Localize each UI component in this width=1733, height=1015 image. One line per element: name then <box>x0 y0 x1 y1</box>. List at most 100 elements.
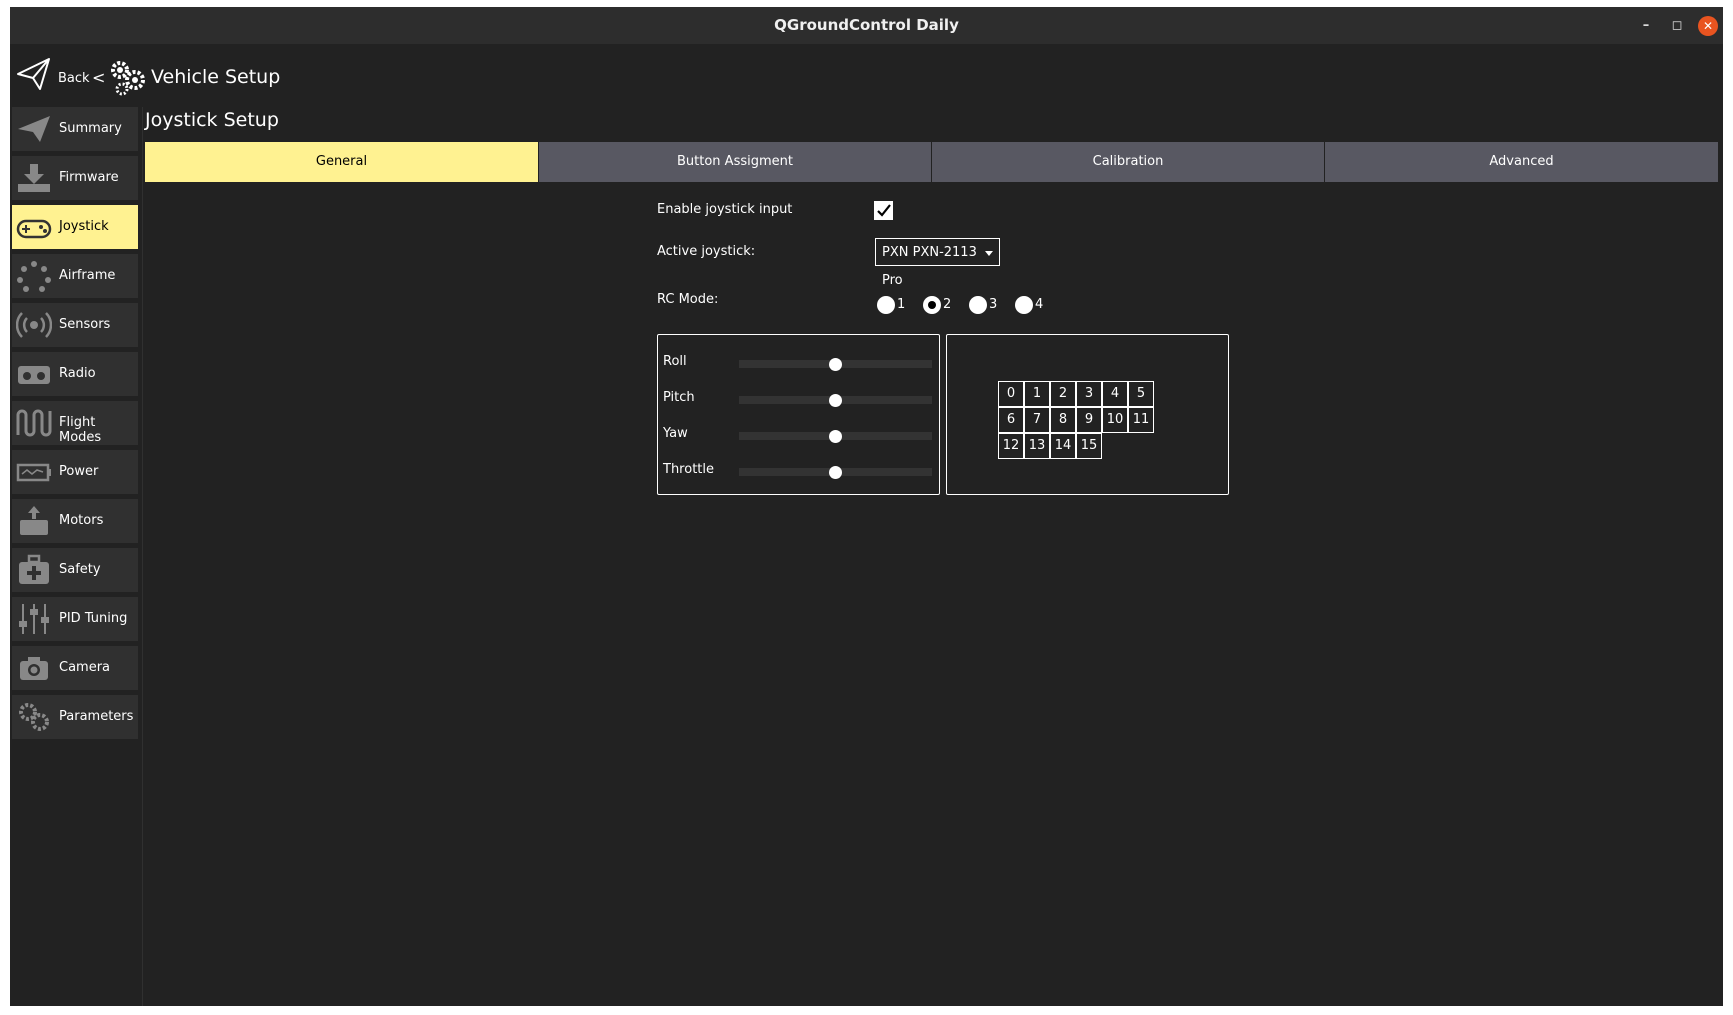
sidebar-item-motors[interactable]: Motors <box>12 499 138 543</box>
joystick-button-indicator: 8 <box>1050 407 1076 433</box>
sidebar-item-flight-modes[interactable]: Flight Modes <box>12 401 138 445</box>
radio-icon <box>18 366 50 384</box>
rc-mode-radio-4[interactable] <box>1015 296 1033 314</box>
slider-knob <box>829 357 842 371</box>
rc-mode-label: RC Mode: <box>657 292 719 307</box>
sidebar-item-radio[interactable]: Radio <box>12 352 138 396</box>
app-window: QGroundControl Daily – ◻ ✕ Back < Vehicl… <box>10 7 1723 1006</box>
gamepad-icon <box>16 219 52 239</box>
active-joystick-select[interactable]: PXN PXN-2113 Pro <box>875 238 1000 288</box>
rc-mode-radio-3[interactable] <box>969 296 987 314</box>
page-title: Joystick Setup <box>145 109 279 131</box>
rc-mode-radio-1[interactable] <box>877 296 895 314</box>
joystick-button-indicator: 0 <box>998 381 1024 407</box>
active-joystick-value: PXN PXN-2113 Pro <box>882 245 977 288</box>
sidebar-item-label: Flight Modes <box>59 415 102 445</box>
rc-mode-radio-2[interactable] <box>923 296 941 314</box>
axis-label-yaw: Yaw <box>663 426 688 441</box>
flight-modes-icon <box>16 409 52 437</box>
sidebar-item-label: Radio <box>59 366 96 381</box>
download-icon <box>18 164 50 192</box>
sidebar-item-label: Sensors <box>59 317 111 332</box>
sidebar-item-label: Airframe <box>59 268 116 283</box>
tab-button-assignment[interactable]: Button Assigment <box>539 142 931 182</box>
sidebar-item-firmware[interactable]: Firmware <box>12 156 138 200</box>
battery-icon <box>16 463 51 482</box>
sidebar-item-label: PID Tuning <box>59 611 128 626</box>
minimize-icon[interactable]: – <box>1636 16 1656 36</box>
joystick-button-indicator: 2 <box>1050 381 1076 407</box>
joystick-button-indicator: 11 <box>1128 407 1154 433</box>
tab-bar: General Button Assigment Calibration Adv… <box>145 142 1723 182</box>
joystick-button-indicator: 7 <box>1024 407 1050 433</box>
checkmark-icon <box>877 204 891 217</box>
close-icon[interactable]: ✕ <box>1698 16 1718 36</box>
sidebar-item-label: Motors <box>59 513 104 528</box>
sidebar-item-parameters[interactable]: Parameters <box>12 695 138 739</box>
gears-icon <box>19 703 49 731</box>
joystick-button-indicator: 1 <box>1024 381 1050 407</box>
axis-slider-pitch <box>739 393 932 407</box>
axis-label-throttle: Throttle <box>663 462 714 477</box>
sidebar-divider <box>142 107 143 1006</box>
joystick-button-indicator: 4 <box>1102 381 1128 407</box>
title-bar: QGroundControl Daily – ◻ ✕ <box>10 7 1723 44</box>
axis-slider-throttle <box>739 465 932 479</box>
joystick-button-indicator: 10 <box>1102 407 1128 433</box>
joystick-button-indicator: 12 <box>998 433 1024 459</box>
camera-icon <box>20 657 48 680</box>
sidebar-item-safety[interactable]: Safety <box>12 548 138 592</box>
active-joystick-label: Active joystick: <box>657 244 756 259</box>
enable-joystick-checkbox[interactable] <box>874 201 893 220</box>
rc-mode-radio-label: 2 <box>943 297 952 312</box>
joystick-button-indicator: 15 <box>1076 433 1102 459</box>
sidebar-item-label: Firmware <box>59 170 119 185</box>
safety-kit-icon <box>19 554 49 584</box>
sidebar-item-pid-tuning[interactable]: PID Tuning <box>12 597 138 641</box>
slider-knob <box>829 465 842 479</box>
motors-icon <box>20 506 48 535</box>
rc-mode-radio-label: 1 <box>897 297 906 312</box>
sidebar-item-label: Safety <box>59 562 101 577</box>
rc-mode-radio-label: 3 <box>989 297 998 312</box>
axis-slider-roll <box>739 357 932 371</box>
sidebar-item-joystick[interactable]: Joystick <box>12 205 138 249</box>
sidebar-item-camera[interactable]: Camera <box>12 646 138 690</box>
sidebar-item-label: Joystick <box>59 219 109 234</box>
radio-selected-dot <box>928 301 936 309</box>
page-heading: Vehicle Setup <box>151 66 281 88</box>
sidebar-item-sensors[interactable]: Sensors <box>12 303 138 347</box>
paper-plane-icon <box>18 116 50 142</box>
sidebar-item-label: Parameters <box>59 709 134 724</box>
tab-calibration[interactable]: Calibration <box>932 142 1324 182</box>
sidebar-item-airframe[interactable]: Airframe <box>12 254 138 298</box>
joystick-button-indicator: 9 <box>1076 407 1102 433</box>
chevron-down-icon <box>985 251 993 256</box>
joystick-button-indicator: 5 <box>1128 381 1154 407</box>
axis-slider-yaw <box>739 429 932 443</box>
sliders-icon <box>19 604 49 634</box>
joystick-button-indicator: 6 <box>998 407 1024 433</box>
maximize-icon[interactable]: ◻ <box>1667 16 1687 36</box>
slider-knob <box>829 429 842 443</box>
gears-icon <box>111 61 145 96</box>
sidebar-item-power[interactable]: Power <box>12 450 138 494</box>
joystick-button-indicator: 3 <box>1076 381 1102 407</box>
joystick-button-indicator: 14 <box>1050 433 1076 459</box>
enable-joystick-label: Enable joystick input <box>657 202 793 217</box>
toolbar: Back < Vehicle Setup <box>10 44 1723 96</box>
sidebar-item-label: Camera <box>59 660 111 675</box>
tab-general[interactable]: General <box>145 142 538 182</box>
axis-label-roll: Roll <box>663 354 687 369</box>
sidebar-item-summary[interactable]: Summary <box>12 107 138 151</box>
axis-label-pitch: Pitch <box>663 390 695 405</box>
rc-mode-radio-label: 4 <box>1035 297 1044 312</box>
tab-advanced[interactable]: Advanced <box>1325 142 1718 182</box>
back-button[interactable]: Back <box>58 71 90 86</box>
paper-plane-back-icon[interactable] <box>16 56 52 92</box>
sensors-icon <box>16 312 52 338</box>
sidebar-item-label: Summary <box>59 121 122 136</box>
joystick-button-indicator: 13 <box>1024 433 1050 459</box>
sidebar-item-label: Power <box>59 464 99 479</box>
breadcrumb-separator: < <box>92 68 106 87</box>
